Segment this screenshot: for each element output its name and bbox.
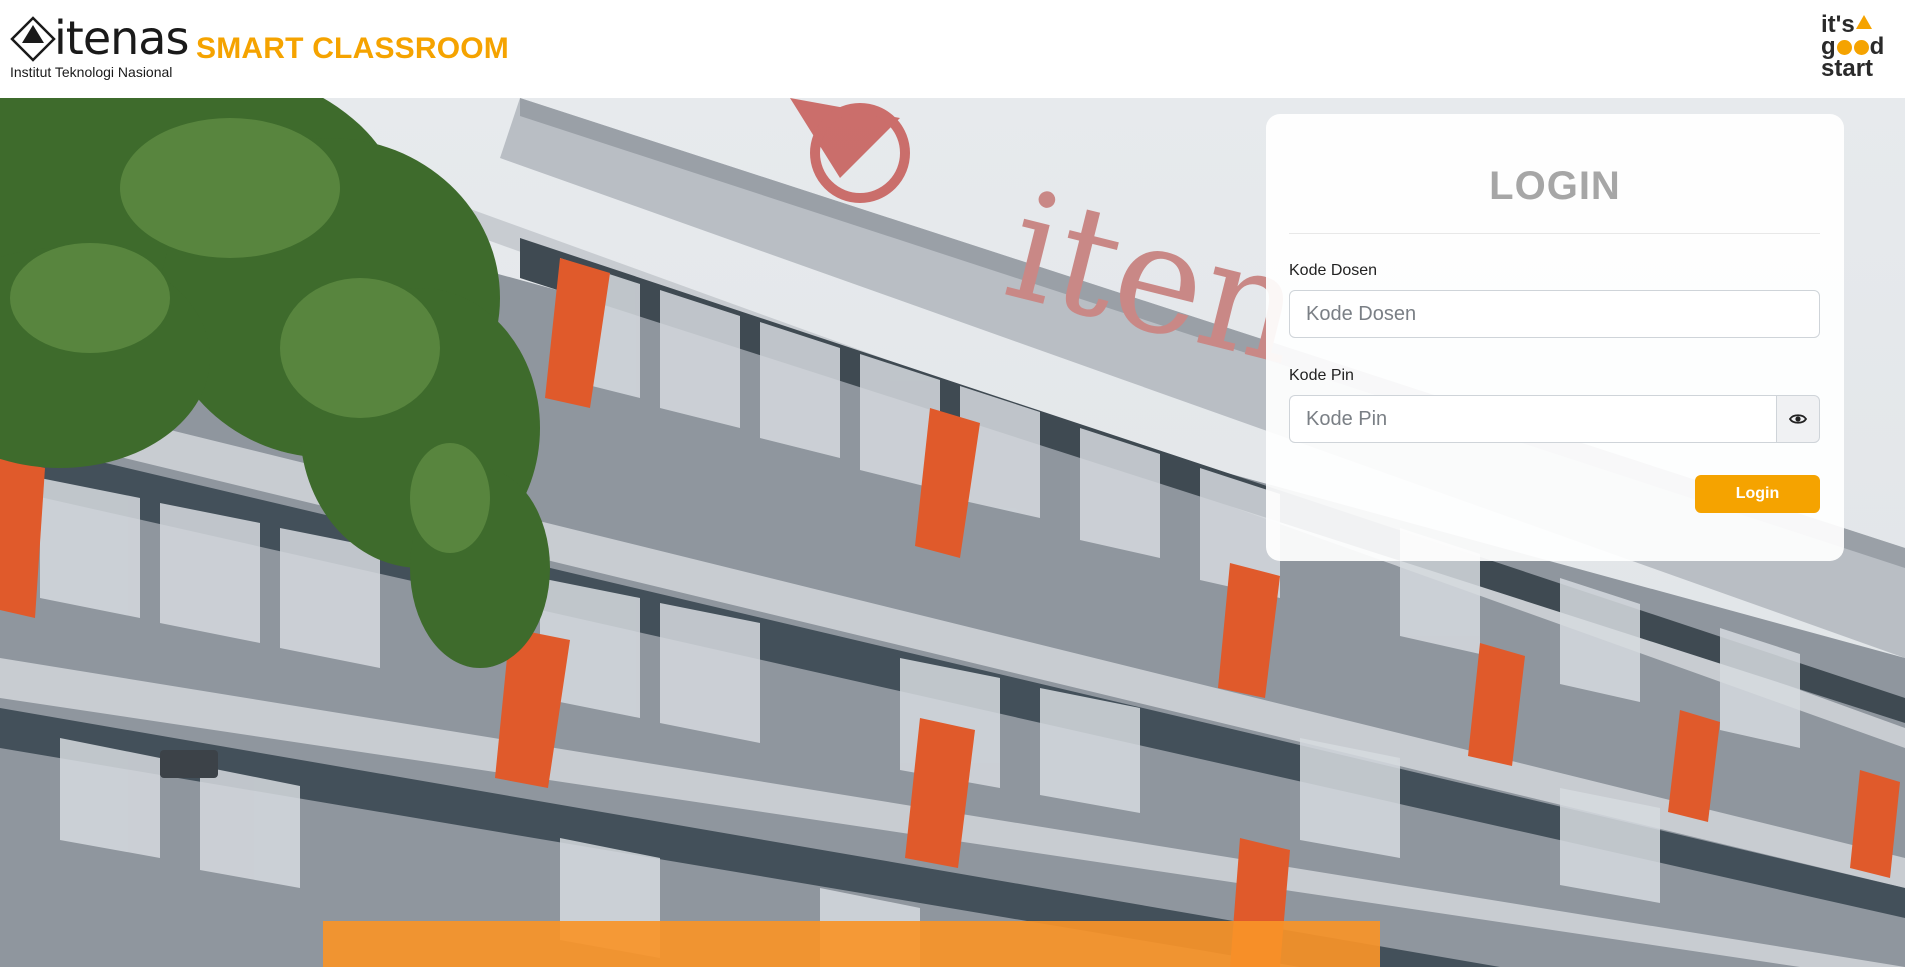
kode-dosen-label: Kode Dosen [1289,262,1378,279]
logo-wordmark: itenas [54,11,189,65]
tagline-line3: start [1821,55,1874,82]
bottom-banner [323,921,1380,967]
triangle-icon [1855,15,1872,29]
login-card: LOGIN Kode Dosen Kode Pin Login [1266,114,1844,561]
kode-pin-group [1289,395,1820,443]
kode-pin-input[interactable] [1289,395,1776,443]
login-title: LOGIN [1489,164,1621,208]
dot-icon [1853,40,1869,55]
eye-icon [1789,414,1807,424]
title-divider [1289,233,1820,234]
kode-dosen-input[interactable] [1289,290,1820,338]
login-button[interactable]: Login [1695,475,1820,513]
logo-subtitle: Institut Teknologi Nasional [10,64,173,80]
itenas-logo[interactable]: itenas Institut Teknologi Nasional [10,14,189,84]
toggle-pin-visibility-button[interactable] [1776,395,1820,443]
tagline-logo: it's gd start [1821,13,1891,82]
kode-pin-label: Kode Pin [1289,367,1354,384]
app-title: SMART CLASSROOM [196,32,509,65]
dot-icon [1836,40,1852,55]
top-header: itenas Institut Teknologi Nasional SMART… [0,0,1905,98]
itenas-diamond-icon [10,16,56,62]
